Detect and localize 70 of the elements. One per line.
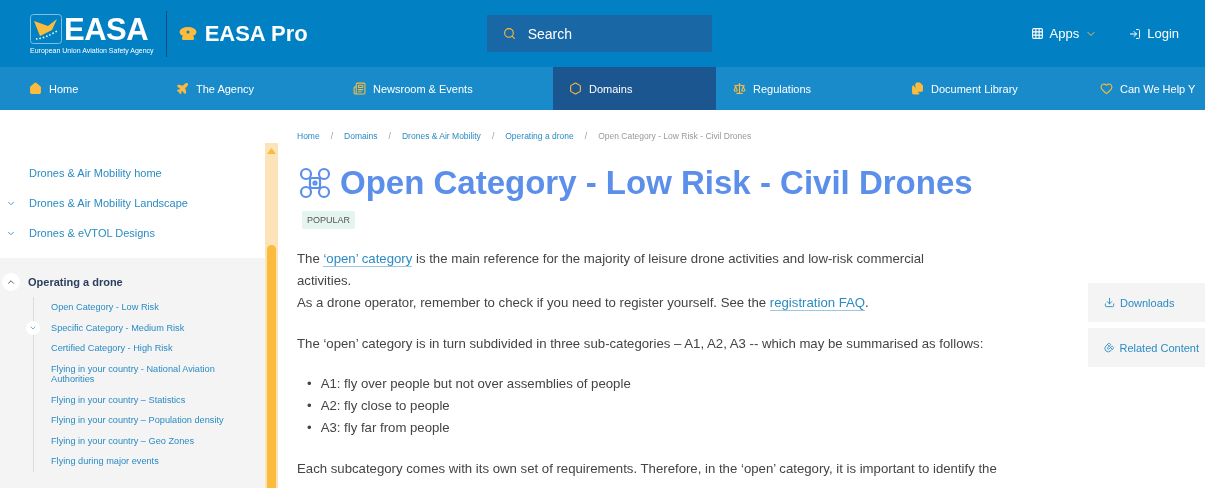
body-text: The ‘open’ category is in turn subdivided in three sub-categories – A1, A2, A3 -- which may be summarised as follows: xyxy=(297,336,984,352)
search-field[interactable]: Search xyxy=(486,15,712,52)
breadcrumb-link[interactable]: Domains xyxy=(344,131,378,141)
nav-tab[interactable]: Document Library xyxy=(894,67,1092,110)
plane-icon xyxy=(176,82,189,95)
side-action-button[interactable]: Related Content xyxy=(1088,328,1205,367)
nav-tab[interactable]: Regulations xyxy=(716,67,894,110)
sidebar-subitem[interactable]: Specific Category - Medium Risk xyxy=(51,322,231,333)
list-item: A2: fly close to people xyxy=(320,397,450,416)
list-item: A3: fly far from people xyxy=(320,419,450,438)
newspaper-icon xyxy=(353,82,366,95)
login-icon xyxy=(1129,27,1142,40)
home-icon xyxy=(29,82,42,95)
download-icon xyxy=(1104,297,1115,308)
scrollbar[interactable] xyxy=(265,143,278,488)
sidebar-subitem[interactable]: Flying during major events xyxy=(51,456,231,467)
sidebar-subitem[interactable]: Open Category - Low Risk xyxy=(51,302,231,313)
body-text: is the main reference for the majority of leisure drone activities and low-risk commercial xyxy=(415,251,924,267)
text-link[interactable]: ‘open’ category xyxy=(323,251,413,268)
magnet-icon xyxy=(1104,342,1115,353)
search-icon xyxy=(502,27,516,40)
side-action-button[interactable]: Downloads xyxy=(1088,283,1205,322)
body-text: As a drone operator, remember to check if you need to register yourself. See the xyxy=(297,295,768,311)
sidebar-subitem[interactable]: Certified Category - High Risk xyxy=(51,343,231,354)
body-text: The xyxy=(297,251,321,267)
nav-tab[interactable]: The Agency xyxy=(159,67,336,110)
nav-tab[interactable]: Home xyxy=(12,67,159,110)
nav-tab[interactable]: Domains xyxy=(553,67,716,110)
pilot-cap-icon xyxy=(178,26,197,41)
nav-tab[interactable]: Can We Help Y xyxy=(1092,67,1205,110)
sidebar-item[interactable]: Drones & Air Mobility home xyxy=(0,158,265,188)
product-name: EASA Pro xyxy=(204,20,308,47)
popular-tag: POPULAR xyxy=(302,211,355,230)
login-link[interactable]: Login xyxy=(1129,26,1179,41)
body-text: activities. xyxy=(297,273,352,289)
heart-icon xyxy=(1100,82,1113,95)
sidebar-item[interactable]: Drones & Air Mobility Landscape xyxy=(0,188,265,218)
breadcrumb-link[interactable]: Drones & Air Mobility xyxy=(402,131,481,141)
grid-icon xyxy=(1030,27,1044,40)
text-link[interactable]: registration FAQ xyxy=(769,295,866,312)
breadcrumb-link[interactable]: Home xyxy=(297,131,320,141)
breadcrumb-separator: / xyxy=(584,131,588,141)
sidebar-item[interactable]: Drones & eVTOL Designs xyxy=(0,218,265,248)
list-item: A1: fly over people but not over assemblies of people xyxy=(320,375,631,394)
body-text: . xyxy=(865,295,869,311)
sidebar-subitem[interactable]: Flying in your country – Geo Zones xyxy=(51,435,231,446)
bullet: • xyxy=(307,397,312,416)
sidebar-subitem[interactable]: Flying in your country - National Aviation Authorities xyxy=(51,363,231,385)
sidebar-subitem[interactable]: Flying in your country – Population density xyxy=(51,415,231,426)
body-text: Each subcategory comes with its own set of requirements. Therefore, in the ‘open’ category, it is important to identify the xyxy=(297,461,997,477)
documents-icon xyxy=(911,82,924,95)
breadcrumb-separator: / xyxy=(491,131,495,141)
page-title: Open Category - Low Risk - Civil Drones xyxy=(340,165,973,202)
breadcrumb-separator: / xyxy=(330,131,334,141)
bullet: • xyxy=(307,419,312,438)
nav-tab[interactable]: Newsroom & Events xyxy=(336,67,553,110)
breadcrumb-link[interactable]: Operating a drone xyxy=(505,131,574,141)
sidebar-subitem[interactable]: Flying in your country – Statistics xyxy=(51,394,231,405)
breadcrumb-separator: / xyxy=(388,131,391,141)
bullet: • xyxy=(307,375,312,394)
apps-menu[interactable]: Apps xyxy=(1030,26,1098,41)
scrollbar-thumb[interactable] xyxy=(267,245,276,488)
scroll-up-icon[interactable] xyxy=(267,148,276,154)
hexagon-icon xyxy=(569,82,582,95)
chevron-down-icon[interactable] xyxy=(26,320,40,335)
sidebar-section-heading[interactable]: Operating a drone xyxy=(0,267,265,297)
breadcrumb-current: Open Category - Low Risk - Civil Drones xyxy=(598,131,752,141)
bird-logo-icon xyxy=(30,14,62,44)
logo-wordmark: EASA xyxy=(64,13,149,45)
scale-icon xyxy=(733,82,746,95)
